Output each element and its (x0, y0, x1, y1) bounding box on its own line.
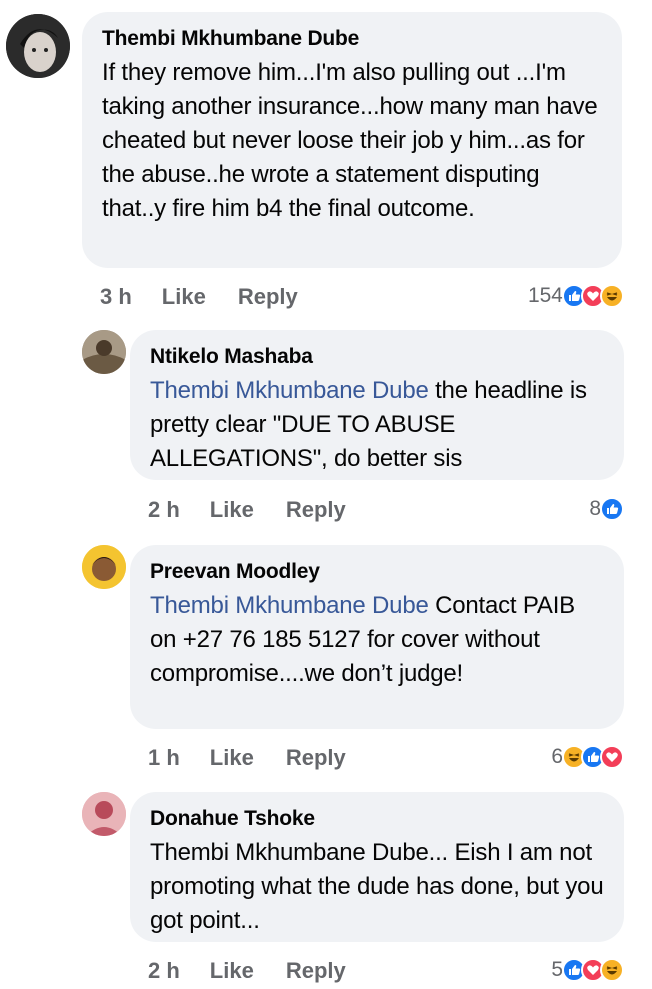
comment-bubble: Preevan Moodley Thembi Mkhumbane Dube Co… (130, 545, 624, 729)
avatar-photo-icon (6, 14, 70, 78)
comment-actions: 1 h Like Reply (148, 745, 378, 771)
like-button[interactable]: Like (210, 497, 254, 523)
comment-timestamp[interactable]: 2 h (148, 497, 180, 523)
avatar-photo-icon (82, 545, 126, 589)
avatar[interactable] (6, 14, 70, 78)
mention-link[interactable]: Thembi Mkhumbane Dube (150, 377, 429, 404)
avatar-photo-icon (82, 330, 126, 374)
reply-button[interactable]: Reply (286, 497, 346, 523)
comment-text: Thembi Mkhumbane Dube... Eish I am not p… (150, 836, 604, 938)
comment-actions: 3 h Like Reply (100, 284, 330, 310)
avatar[interactable] (82, 792, 126, 836)
reaction-summary[interactable]: 6 (551, 745, 624, 769)
love-icon (600, 745, 624, 769)
reply-button[interactable]: Reply (238, 284, 298, 310)
comment-actions: 2 h Like Reply (148, 497, 378, 523)
haha-icon (600, 284, 624, 308)
comment-text: Thembi Mkhumbane Dube the headline is pr… (150, 374, 604, 476)
haha-icon (600, 958, 624, 982)
comment-text: Thembi Mkhumbane Dube Contact PAIB on +2… (150, 589, 604, 691)
comment-author[interactable]: Thembi Mkhumbane Dube (102, 26, 602, 52)
comment-timestamp[interactable]: 3 h (100, 284, 132, 310)
comment-body: Thembi Mkhumbane Dube... Eish I am not p… (150, 839, 604, 934)
comment-author[interactable]: Ntikelo Mashaba (150, 344, 604, 370)
comment-author[interactable]: Donahue Tshoke (150, 806, 604, 832)
comment-timestamp[interactable]: 2 h (148, 958, 180, 984)
reaction-summary[interactable]: 5 (551, 958, 624, 982)
like-button[interactable]: Like (210, 958, 254, 984)
comment-text: If they remove him...I'm also pulling ou… (102, 56, 602, 226)
comment-body: If they remove him...I'm also pulling ou… (102, 59, 598, 222)
reply-button[interactable]: Reply (286, 958, 346, 984)
comment-bubble: Donahue Tshoke Thembi Mkhumbane Dube... … (130, 792, 624, 942)
like-button[interactable]: Like (162, 284, 206, 310)
reaction-summary[interactable]: 154 (528, 284, 624, 308)
avatar[interactable] (82, 330, 126, 374)
avatar-photo-icon (82, 792, 126, 836)
reaction-summary[interactable]: 8 (589, 497, 624, 521)
mention-link[interactable]: Thembi Mkhumbane Dube (150, 592, 429, 619)
reply-button[interactable]: Reply (286, 745, 346, 771)
like-icon (600, 497, 624, 521)
avatar[interactable] (82, 545, 126, 589)
comment-timestamp[interactable]: 1 h (148, 745, 180, 771)
comment-bubble: Ntikelo Mashaba Thembi Mkhumbane Dube th… (130, 330, 624, 480)
comment-author[interactable]: Preevan Moodley (150, 559, 604, 585)
comment-bubble: Thembi Mkhumbane Dube If they remove him… (82, 12, 622, 268)
reaction-count: 154 (527, 284, 563, 307)
comment-actions: 2 h Like Reply (148, 958, 378, 984)
like-button[interactable]: Like (210, 745, 254, 771)
